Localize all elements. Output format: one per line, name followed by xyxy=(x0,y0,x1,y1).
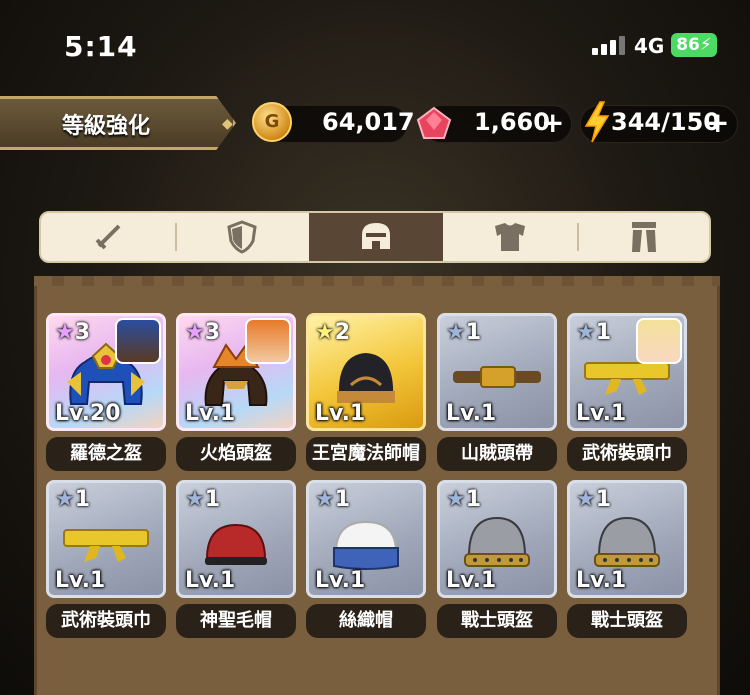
item-name: 戰士頭盔 xyxy=(437,604,557,638)
battery-indicator: 86⚡ xyxy=(671,33,717,57)
gem-amount: 1,660 xyxy=(474,108,550,136)
rarity-star-icon: ★1 xyxy=(446,320,482,345)
item-level: Lv.1 xyxy=(55,568,106,593)
equipment-card[interactable]: ★2 Lv.1 xyxy=(306,313,426,431)
item-name: 絲織帽 xyxy=(306,604,426,638)
equipment-card[interactable]: ★1 Lv.1 xyxy=(306,480,426,598)
gold-amount: 64,017 xyxy=(322,108,415,136)
gold-coin-icon: G xyxy=(252,102,292,142)
add-stamina-button[interactable]: + xyxy=(706,106,729,139)
tab-helmet[interactable] xyxy=(309,213,443,261)
armor-icon xyxy=(495,223,525,251)
item-name: 火焰頭盔 xyxy=(176,437,296,471)
equipment-card[interactable]: ★3 Lv.1 xyxy=(176,313,296,431)
rarity-count: 1 xyxy=(465,320,482,345)
rarity-count: 1 xyxy=(465,487,482,512)
rarity-count: 1 xyxy=(595,487,612,512)
clock: 5:14 xyxy=(64,30,138,63)
equipment-art-icon xyxy=(201,519,271,573)
lightning-bolt-icon xyxy=(584,101,610,143)
equipment-card[interactable]: ★1 Lv.1 xyxy=(567,313,687,431)
rarity-count: 1 xyxy=(595,320,612,345)
rarity-count: 1 xyxy=(204,487,221,512)
equipment-card[interactable]: ★1 Lv.1 xyxy=(46,480,166,598)
shield-icon xyxy=(227,220,257,254)
item-level: Lv.1 xyxy=(576,568,627,593)
item-name: 山賊頭帶 xyxy=(437,437,557,471)
item-name: 羅德之盔 xyxy=(46,437,166,471)
rarity-star-icon: ★1 xyxy=(576,320,612,345)
rarity-star-icon: ★1 xyxy=(576,487,612,512)
item-level: Lv.1 xyxy=(315,568,366,593)
status-bar: 5:14 4G 86⚡ xyxy=(0,0,750,90)
rarity-count: 1 xyxy=(74,487,91,512)
equipment-art-icon xyxy=(451,363,543,395)
tab-legs[interactable] xyxy=(577,213,709,261)
cellular-signal-icon xyxy=(592,35,626,55)
rarity-star-icon: ★1 xyxy=(55,487,91,512)
item-level: Lv.20 xyxy=(55,401,121,426)
item-level: Lv.1 xyxy=(185,568,236,593)
rarity-star-icon: ★1 xyxy=(185,487,221,512)
tab-armor[interactable] xyxy=(443,213,577,261)
item-level: Lv.1 xyxy=(185,401,236,426)
helmet-icon xyxy=(362,223,390,249)
item-level: Lv.1 xyxy=(315,401,366,426)
sword-icon xyxy=(95,224,121,250)
item-name: 王宮魔法師帽 xyxy=(306,437,426,471)
rarity-star-icon: ★1 xyxy=(315,487,351,512)
item-name: 武術裝頭巾 xyxy=(46,604,166,638)
equipment-art-icon xyxy=(60,524,152,568)
item-level: Lv.1 xyxy=(446,568,497,593)
item-name: 武術裝頭巾 xyxy=(567,437,687,471)
character-portrait xyxy=(636,318,682,364)
equipment-art-icon xyxy=(328,516,404,576)
character-portrait xyxy=(115,318,161,364)
banner-ornament-icon: ◆ xyxy=(222,116,233,132)
legs-icon xyxy=(632,222,656,252)
battery-level: 86 xyxy=(676,35,700,55)
rarity-count: 1 xyxy=(334,487,351,512)
add-gems-button[interactable]: + xyxy=(541,106,564,139)
equipment-card[interactable]: ★1 Lv.1 xyxy=(437,480,557,598)
page-title: 等級強化 xyxy=(62,114,151,139)
network-type: 4G xyxy=(634,34,665,58)
tab-shield[interactable] xyxy=(175,213,309,261)
item-name: 神聖毛帽 xyxy=(176,604,296,638)
item-level: Lv.1 xyxy=(576,401,627,426)
tab-weapon[interactable] xyxy=(41,213,175,261)
equipment-card[interactable]: ★1 Lv.1 xyxy=(176,480,296,598)
item-name: 戰士頭盔 xyxy=(567,604,687,638)
equipment-card[interactable]: ★1 Lv.1 xyxy=(437,313,557,431)
stamina-amount: 344/150 xyxy=(611,108,720,136)
item-level: Lv.1 xyxy=(446,401,497,426)
equipment-tab-bar xyxy=(39,211,711,263)
gem-icon xyxy=(416,106,452,139)
equipment-card[interactable]: ★1 Lv.1 xyxy=(567,480,687,598)
character-portrait xyxy=(245,318,291,364)
equipment-card[interactable]: ★3 Lv.20 xyxy=(46,313,166,431)
rarity-star-icon: ★1 xyxy=(446,487,482,512)
rarity-star-icon: ★2 xyxy=(315,320,351,345)
rarity-count: 2 xyxy=(334,320,351,345)
